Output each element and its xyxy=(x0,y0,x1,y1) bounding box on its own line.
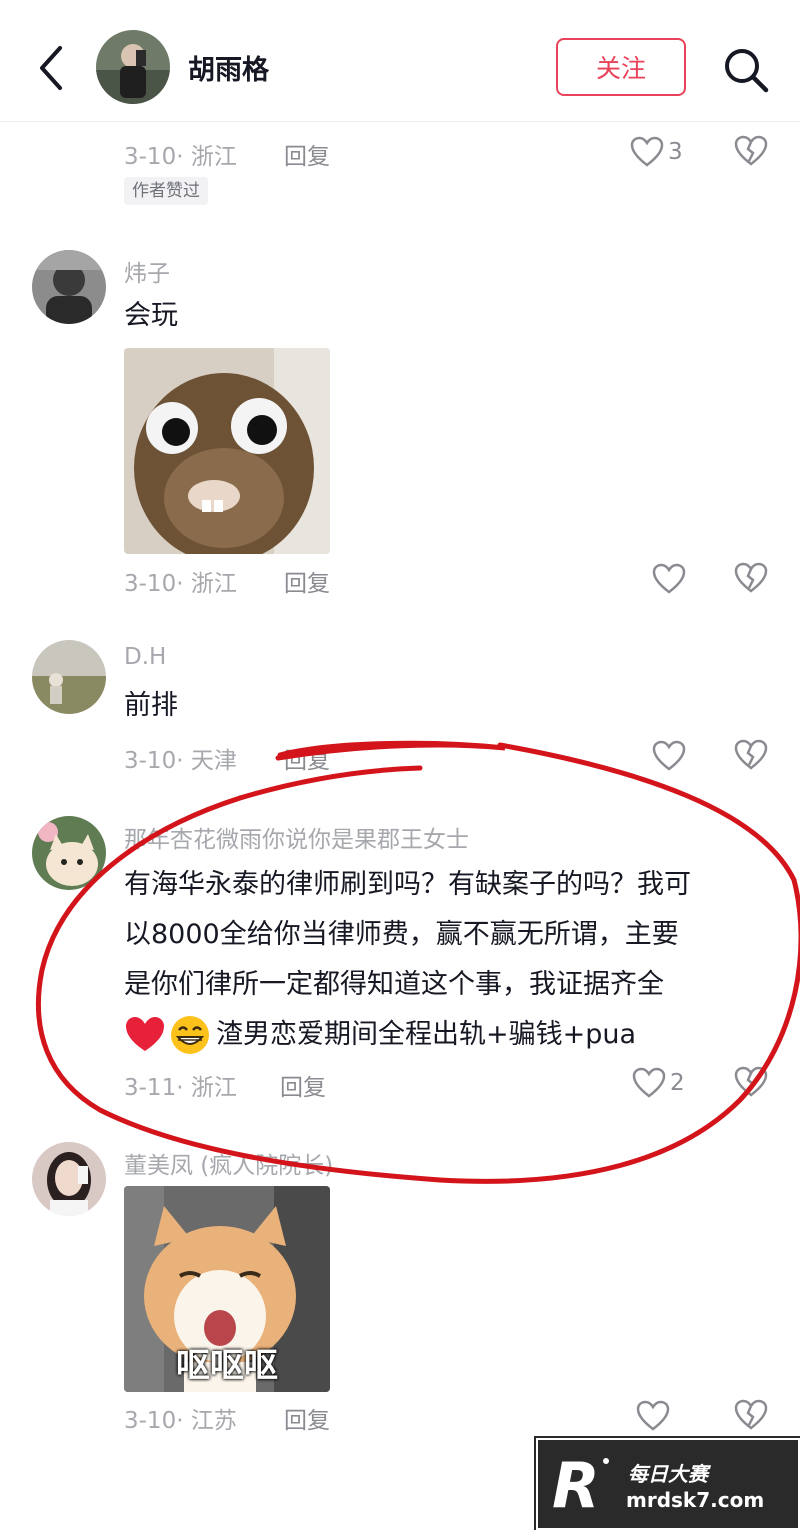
cat-sticker-image[interactable] xyxy=(124,348,330,554)
heart-icon xyxy=(652,563,686,594)
like-count: 2 xyxy=(670,1070,685,1096)
broken-heart-icon[interactable] xyxy=(734,134,768,168)
reply-button[interactable]: 回复 xyxy=(284,137,330,171)
site-watermark: R 每日大赛 mrdsk7.com xyxy=(534,1436,800,1530)
comment-username[interactable]: D.H xyxy=(124,644,166,670)
avatar[interactable] xyxy=(32,250,106,324)
comment-meta: 3-10· 天津 xyxy=(124,748,237,774)
comment-text: 会玩 xyxy=(124,300,178,331)
comment-meta: 3-10· 浙江 xyxy=(124,144,237,170)
heart-icon xyxy=(630,136,664,167)
reply-button[interactable]: 回复 xyxy=(284,564,330,598)
like-button[interactable]: 3 xyxy=(630,132,683,172)
like-button[interactable]: 2 xyxy=(632,1063,685,1103)
comment-meta: 3-10· 浙江 xyxy=(124,571,237,597)
comment-text-line: 渣男恋爱期间全程出轨+骗钱+pua xyxy=(216,1019,637,1050)
comment-text-line: 以8000全给你当律师费，赢不赢无所谓，主要 xyxy=(124,919,679,950)
comment-text-last-line: 渣男恋爱期间全程出轨+骗钱+pua xyxy=(124,1010,764,1060)
avatar[interactable] xyxy=(32,816,106,890)
cat-sticker-image[interactable]: 呕呕呕 xyxy=(124,1186,330,1392)
like-button[interactable] xyxy=(652,559,686,599)
like-button[interactable] xyxy=(652,736,686,776)
grinning-face-emoji-icon xyxy=(171,1016,209,1054)
back-arrow-icon[interactable] xyxy=(30,40,74,96)
comment-text-line: 有海华永泰的律师刷到吗？有缺案子的吗？我可 xyxy=(124,869,691,900)
profile-avatar[interactable] xyxy=(96,30,170,104)
heart-icon xyxy=(632,1067,666,1098)
avatar[interactable] xyxy=(32,640,106,714)
top-bar: 胡雨格 关注 xyxy=(0,0,800,122)
watermark-title: 每日大赛 xyxy=(628,1462,708,1486)
broken-heart-icon[interactable] xyxy=(734,561,768,595)
comment-text-line: 是你们律所一定都得知道这个事，我证据齐全 xyxy=(124,969,664,1000)
comment-username[interactable]: 那年杏花微雨你说你是果郡王女士 xyxy=(124,820,469,854)
watermark-url: mrdsk7.com xyxy=(626,1488,765,1512)
comment-meta: 3-11· 浙江 xyxy=(124,1075,237,1101)
red-heart-emoji-icon xyxy=(126,1017,164,1051)
heart-icon xyxy=(636,1400,670,1431)
broken-heart-icon[interactable] xyxy=(734,1398,768,1432)
heart-icon xyxy=(652,740,686,771)
broken-heart-icon[interactable] xyxy=(734,738,768,772)
comment-username[interactable]: 炜子 xyxy=(124,254,170,288)
author-liked-badge: 作者赞过 xyxy=(124,177,208,205)
search-icon[interactable] xyxy=(720,44,772,96)
sticker-caption: 呕呕呕 xyxy=(176,1346,278,1386)
avatar[interactable] xyxy=(32,1142,106,1216)
follow-button[interactable]: 关注 xyxy=(556,38,686,96)
like-button[interactable] xyxy=(636,1396,670,1436)
comment-meta: 3-10· 江苏 xyxy=(124,1408,237,1434)
reply-button[interactable]: 回复 xyxy=(284,741,330,775)
r-logo-icon: R xyxy=(552,1449,609,1519)
like-count: 3 xyxy=(668,139,683,165)
comment-text: 前排 xyxy=(124,690,178,721)
reply-button[interactable]: 回复 xyxy=(284,1401,330,1435)
broken-heart-icon[interactable] xyxy=(734,1065,768,1099)
comment-username[interactable]: 董美凤 (疯人院院长) xyxy=(124,1146,333,1180)
svg-text:R: R xyxy=(552,1449,600,1519)
profile-name[interactable]: 胡雨格 xyxy=(188,48,269,87)
comment-text: 有海华永泰的律师刷到吗？有缺案子的吗？我可 以8000全给你当律师费，赢不赢无所… xyxy=(124,860,764,1060)
reply-button[interactable]: 回复 xyxy=(280,1068,326,1102)
